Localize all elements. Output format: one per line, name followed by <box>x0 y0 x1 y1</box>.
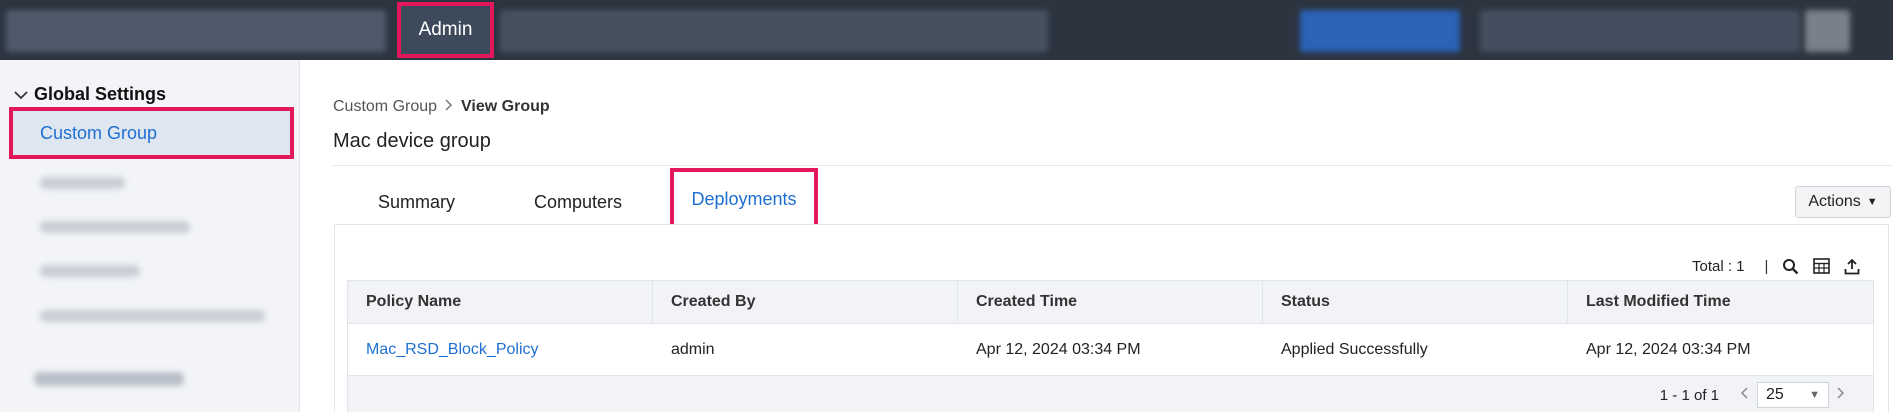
sidebar-item-custom-group[interactable]: Custom Group <box>9 107 294 159</box>
page-title: Mac device group <box>333 130 491 152</box>
breadcrumb: Custom Group View Group <box>333 98 550 116</box>
page-size-value: 25 <box>1766 386 1784 403</box>
created-by-cell: admin <box>671 340 715 358</box>
blurred-header-controls <box>1480 10 1800 52</box>
admin-tab[interactable]: Admin <box>397 2 494 58</box>
export-icon[interactable] <box>1844 258 1860 275</box>
pagination: 1 - 1 of 1 25 ▼ <box>1660 382 1853 408</box>
table-columns-icon[interactable] <box>1813 258 1831 274</box>
blurred-sidebar-item[interactable] <box>40 177 125 189</box>
caret-down-icon: ▼ <box>1809 389 1820 401</box>
tab-summary[interactable]: Summary <box>378 192 455 213</box>
deployments-table: Policy Name Created By Created Time Stat… <box>347 280 1874 376</box>
sidebar-section-global-settings[interactable]: Global Settings <box>14 84 166 105</box>
blurred-user-avatar <box>1805 10 1850 52</box>
chevron-left-icon[interactable] <box>1740 386 1749 404</box>
column-header-created-by[interactable]: Created By <box>653 281 958 323</box>
breadcrumb-current: View Group <box>461 98 550 115</box>
tab-computers[interactable]: Computers <box>534 192 622 213</box>
blurred-header-controls <box>1300 10 1460 52</box>
search-icon[interactable] <box>1782 258 1799 275</box>
blurred-sidebar-item[interactable] <box>40 310 265 322</box>
chevron-right-icon[interactable] <box>1837 386 1845 404</box>
pagination-range: 1 - 1 of 1 <box>1659 386 1719 404</box>
total-count: Total : 1 <box>1692 257 1745 275</box>
tab-deployments[interactable]: Deployments <box>670 168 818 231</box>
status-cell: Applied Successfully <box>1281 340 1428 358</box>
actions-button-label: Actions <box>1808 193 1861 210</box>
divider <box>333 165 1893 166</box>
table-header-row: Policy Name Created By Created Time Stat… <box>347 280 1874 324</box>
table-footer: 1 - 1 of 1 25 ▼ <box>347 376 1874 412</box>
sidebar-section-title: Global Settings <box>34 84 167 104</box>
chevron-right-icon <box>445 98 453 116</box>
created-time-cell: Apr 12, 2024 03:34 PM <box>976 340 1141 358</box>
column-header-policy-name[interactable]: Policy Name <box>348 281 653 323</box>
blurred-sidebar-section[interactable] <box>34 372 184 386</box>
last-modified-time-cell: Apr 12, 2024 03:34 PM <box>1586 340 1751 358</box>
actions-dropdown-button[interactable]: Actions ▼ <box>1795 186 1891 218</box>
admin-tab-label: Admin <box>418 19 473 40</box>
blurred-nav-items <box>500 10 1048 52</box>
column-header-created-time[interactable]: Created Time <box>958 281 1263 323</box>
table-row: Mac_RSD_Block_Policy admin Apr 12, 2024 … <box>347 324 1874 376</box>
sidebar-item-label: Custom Group <box>40 122 158 143</box>
blurred-nav-items <box>6 10 386 52</box>
page-size-select[interactable]: 25 ▼ <box>1757 382 1829 408</box>
toolbar-separator: | <box>1764 257 1769 275</box>
column-header-status[interactable]: Status <box>1263 281 1568 323</box>
chevron-down-icon <box>14 87 28 103</box>
policy-name-link[interactable]: Mac_RSD_Block_Policy <box>348 324 653 375</box>
blurred-sidebar-item[interactable] <box>40 221 190 233</box>
tab-deployments-label: Deployments <box>691 189 797 209</box>
column-header-last-modified-time[interactable]: Last Modified Time <box>1568 281 1873 323</box>
caret-down-icon: ▼ <box>1866 196 1878 208</box>
breadcrumb-parent-link[interactable]: Custom Group <box>333 98 437 116</box>
blurred-sidebar-item[interactable] <box>40 265 140 277</box>
table-toolbar: Total : 1 | <box>1692 256 1860 276</box>
top-navigation-bar: Admin <box>0 0 1893 60</box>
